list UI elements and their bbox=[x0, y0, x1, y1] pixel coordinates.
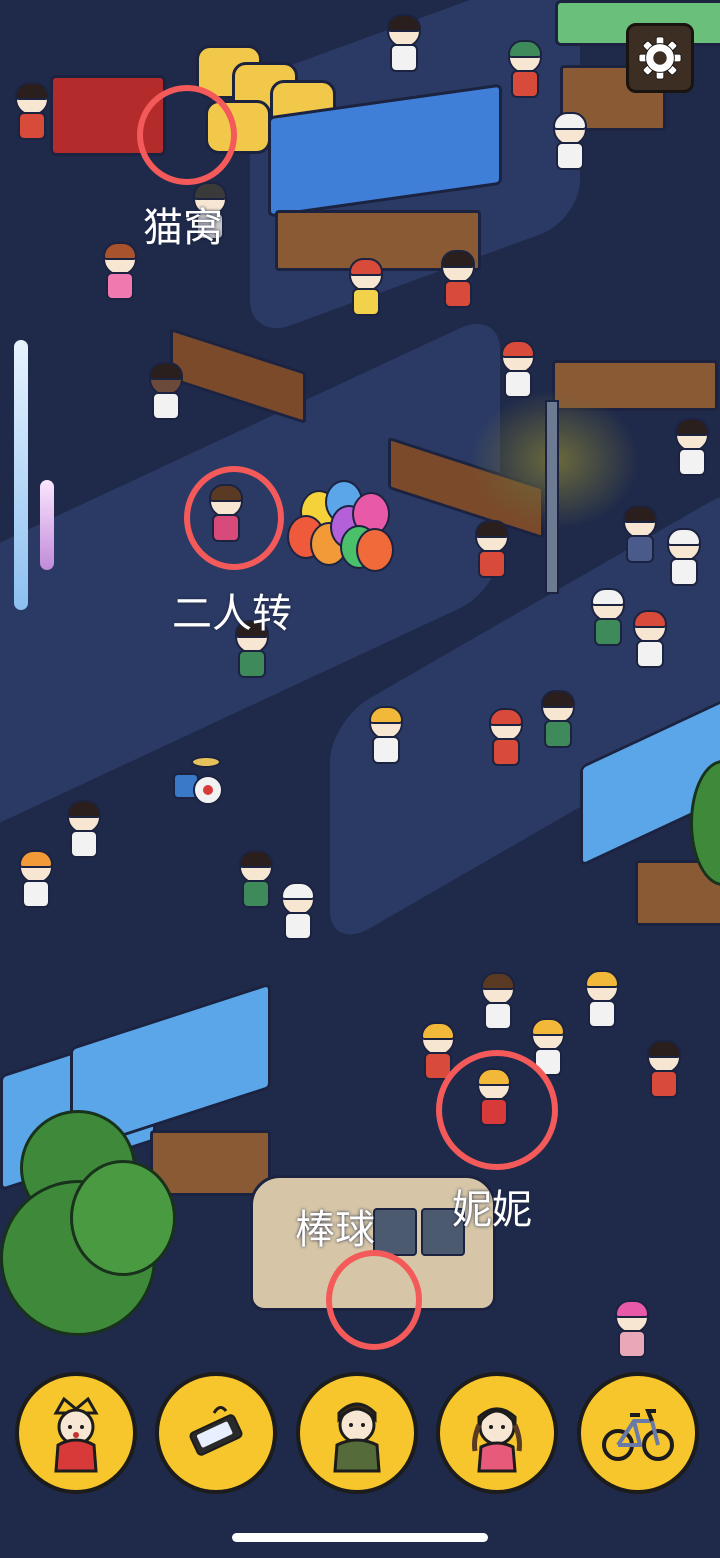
npc-character[interactable] bbox=[12, 82, 49, 144]
found-marker-label: 棒球 bbox=[295, 1207, 375, 1253]
found-marker-label: 二人转 bbox=[172, 591, 292, 637]
npc-character[interactable] bbox=[582, 970, 619, 1032]
tree bbox=[70, 1160, 176, 1276]
target-slot-soldier[interactable] bbox=[296, 1372, 418, 1494]
gear-icon bbox=[638, 36, 682, 80]
found-marker bbox=[326, 1250, 422, 1350]
npc-character[interactable] bbox=[366, 706, 403, 768]
npc-character[interactable] bbox=[664, 528, 701, 590]
target-slot-braided-girl[interactable] bbox=[436, 1372, 558, 1494]
npc-character[interactable] bbox=[438, 250, 475, 312]
soldier-character-icon bbox=[333, 1402, 381, 1473]
guitar-stall bbox=[150, 1130, 271, 1196]
nini-character-icon bbox=[53, 1396, 99, 1473]
npc-character[interactable] bbox=[236, 850, 273, 912]
found-marker-label: 妮妮 bbox=[452, 1187, 532, 1233]
bicycle-icon bbox=[602, 1409, 674, 1461]
target-tray bbox=[0, 1360, 720, 1558]
balloon bbox=[356, 528, 394, 572]
npc-character[interactable] bbox=[612, 1300, 649, 1362]
npc-character[interactable] bbox=[498, 340, 535, 402]
target-slot-bicycle[interactable] bbox=[577, 1372, 699, 1494]
target-slot-nini[interactable] bbox=[15, 1372, 137, 1494]
npc-character[interactable] bbox=[486, 708, 523, 770]
npc-character[interactable] bbox=[478, 972, 515, 1034]
npc-character[interactable] bbox=[588, 588, 625, 650]
fountain-jet bbox=[14, 340, 28, 610]
npc-character[interactable] bbox=[630, 610, 667, 672]
npc-character[interactable] bbox=[644, 1040, 681, 1102]
home-indicator[interactable] bbox=[232, 1533, 488, 1542]
park-bench bbox=[170, 327, 306, 425]
settings-button[interactable] bbox=[626, 23, 694, 93]
npc-character[interactable] bbox=[472, 520, 509, 582]
npc-character[interactable] bbox=[346, 258, 383, 320]
npc-character[interactable] bbox=[538, 690, 575, 752]
npc-character[interactable] bbox=[64, 800, 101, 862]
npc-character[interactable] bbox=[100, 242, 137, 304]
phone-icon bbox=[189, 1406, 243, 1456]
found-marker bbox=[436, 1050, 558, 1170]
found-marker bbox=[137, 85, 237, 185]
npc-character[interactable] bbox=[384, 14, 421, 76]
npc-character[interactable] bbox=[620, 505, 657, 567]
npc-character[interactable] bbox=[550, 112, 587, 174]
npc-character[interactable] bbox=[672, 418, 709, 480]
npc-character[interactable] bbox=[146, 362, 183, 424]
target-slot-phone[interactable] bbox=[155, 1372, 277, 1494]
game-scene[interactable]: 猫窝 二人转 妮妮 棒球 bbox=[0, 0, 720, 1558]
npc-character[interactable] bbox=[278, 882, 315, 944]
braided-girl-character-icon bbox=[472, 1407, 522, 1473]
npc-character[interactable] bbox=[16, 850, 53, 912]
street-lamp bbox=[545, 400, 559, 594]
found-marker-label: 猫窝 bbox=[143, 205, 223, 251]
npc-character[interactable] bbox=[505, 40, 542, 102]
drum-kit bbox=[160, 750, 232, 810]
fountain-jet bbox=[40, 480, 54, 570]
found-marker bbox=[184, 466, 284, 570]
